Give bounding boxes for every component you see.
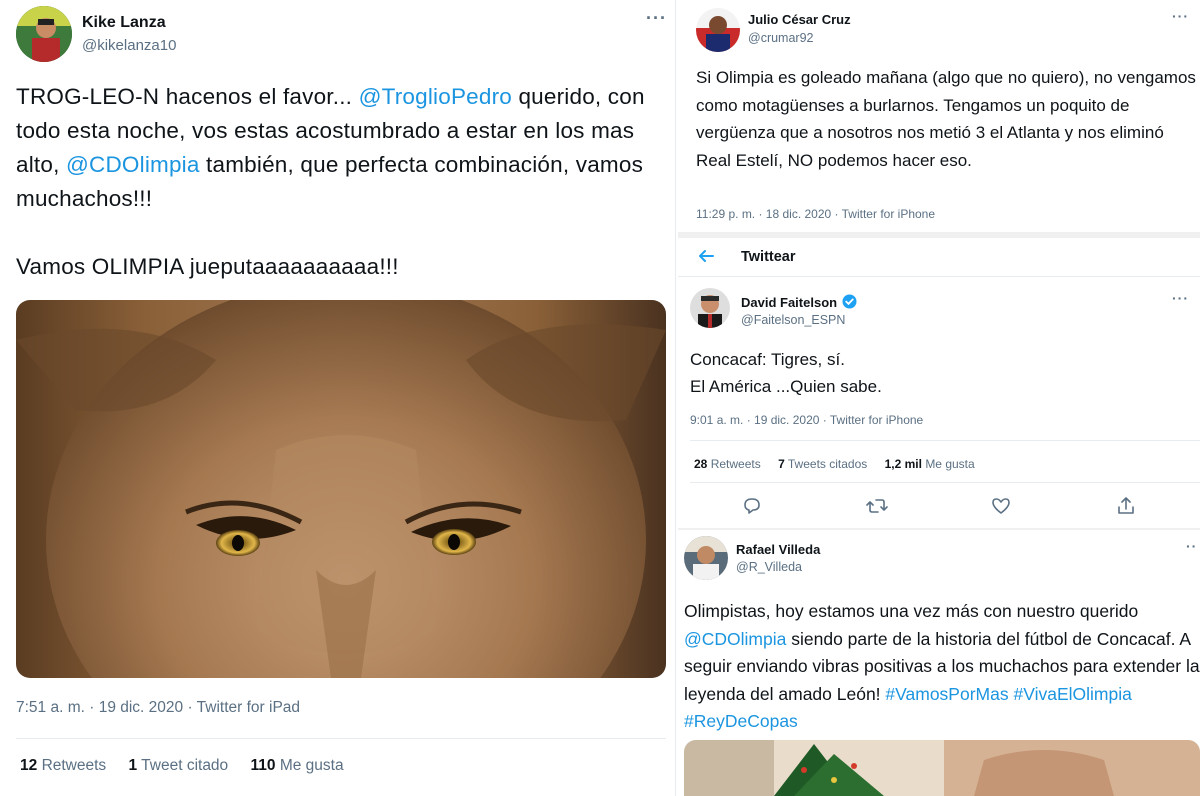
lion-image[interactable] xyxy=(16,300,666,678)
author-handle[interactable]: @Faitelson_ESPN xyxy=(741,313,845,327)
tweet-stats: 28 Retweets 7 Tweets citados 1,2 mil Me … xyxy=(694,457,975,471)
mention-link[interactable]: @CDOlimpia xyxy=(66,152,200,177)
tweet-text: Olimpistas, hoy estamos una vez más con … xyxy=(684,601,1200,731)
mention-link[interactable]: @CDOlimpia xyxy=(684,629,786,649)
avatar[interactable] xyxy=(690,288,730,328)
more-icon[interactable]: ··· xyxy=(1172,8,1189,24)
thread-header-title: Twittear xyxy=(741,249,796,265)
author-handle[interactable]: @kikelanza10 xyxy=(82,37,176,54)
divider xyxy=(678,276,1200,277)
back-arrow-icon[interactable] xyxy=(696,246,716,266)
quotes-stat[interactable]: 7 Tweets citados xyxy=(778,457,867,471)
more-icon[interactable]: ·· xyxy=(1186,538,1197,554)
tweet-text: Si Olimpia es goleado mañana (algo que n… xyxy=(696,68,1196,170)
hashtag-link[interactable]: #ReyDeCopas xyxy=(684,711,798,731)
author-handle[interactable]: @crumar92 xyxy=(748,31,814,45)
author-name[interactable]: David Faitelson xyxy=(741,295,837,310)
more-icon[interactable]: ··· xyxy=(1172,290,1189,306)
tweet-text-line: Concacaf: Tigres, sí. xyxy=(690,350,845,369)
tweet-rafael-villeda: Rafael Villeda @R_Villeda ·· Olimpistas,… xyxy=(678,530,1200,796)
author-handle[interactable]: @R_Villeda xyxy=(736,560,802,574)
avatar[interactable] xyxy=(684,536,728,580)
share-icon[interactable] xyxy=(1116,496,1136,516)
retweet-icon[interactable] xyxy=(866,496,888,516)
divider xyxy=(690,440,1200,441)
verified-badge-icon xyxy=(842,294,857,309)
reply-icon[interactable] xyxy=(742,496,762,516)
tweet-image[interactable] xyxy=(684,740,1200,796)
avatar[interactable] xyxy=(696,8,740,52)
likes-stat[interactable]: 1,2 mil Me gusta xyxy=(885,457,975,471)
tweet-julio-cesar-cruz: Julio César Cruz @crumar92 ··· Si Olimpi… xyxy=(678,0,1200,232)
tweet-thread-view: Twittear David Faitelson @Faitelson_ESPN… xyxy=(678,238,1200,528)
mention-link[interactable]: @TroglioPedro xyxy=(359,84,512,109)
hashtag-link[interactable]: #VamosPorMas xyxy=(885,684,1008,704)
tweet-timestamp[interactable]: 11:29 p. m. · 18 dic. 2020 · Twitter for… xyxy=(696,207,935,221)
like-icon[interactable] xyxy=(991,496,1011,516)
tweet-text-line: El América ...Quien sabe. xyxy=(690,377,882,396)
retweets-stat[interactable]: 12 Retweets xyxy=(20,757,106,774)
tweet-stats: 12 Retweets 1 Tweet citado 110 Me gusta xyxy=(20,757,344,775)
tweet-kike-lanza: Kike Lanza @kikelanza10 ··· TROG-LEO-N h… xyxy=(0,0,676,796)
tweet-timestamp[interactable]: 9:01 a. m. · 19 dic. 2020 · Twitter for … xyxy=(690,413,923,427)
author-name[interactable]: Rafael Villeda xyxy=(736,542,820,557)
more-icon[interactable]: ··· xyxy=(646,8,667,29)
retweets-stat[interactable]: 28 Retweets xyxy=(694,457,761,471)
tweet-timestamp[interactable]: 7:51 a. m. · 19 dic. 2020 · Twitter for … xyxy=(16,699,300,717)
quotes-stat[interactable]: 1 Tweet citado xyxy=(129,757,229,774)
avatar[interactable] xyxy=(16,6,72,62)
likes-stat[interactable]: 110 Me gusta xyxy=(251,757,344,774)
tweet-text: TROG-LEO-N hacenos el favor... @TroglioP… xyxy=(16,84,645,279)
author-name[interactable]: Julio César Cruz xyxy=(748,12,851,27)
divider xyxy=(690,482,1200,483)
hashtag-link[interactable]: #VivaElOlimpia xyxy=(1013,684,1131,704)
divider xyxy=(16,738,666,739)
author-name[interactable]: Kike Lanza xyxy=(82,14,166,32)
